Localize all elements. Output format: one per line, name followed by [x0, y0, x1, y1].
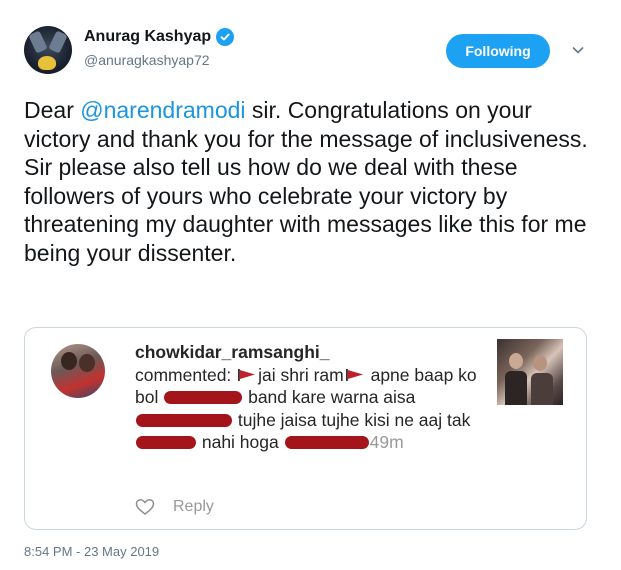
author-handle[interactable]: @anuragkashyap72: [84, 52, 210, 68]
heart-icon[interactable]: [135, 498, 155, 516]
tweet-text-start: Dear: [24, 97, 81, 123]
commenter-username[interactable]: chowkidar_ramsanghi_: [135, 342, 330, 362]
avatar-figure: [61, 352, 77, 370]
comment-prefix: commented:: [135, 364, 237, 385]
redaction-mark: [284, 436, 369, 449]
redaction-mark: [164, 391, 243, 404]
thumbnail-figure: [533, 355, 547, 371]
thumbnail-figure: [509, 353, 523, 369]
tweet-text: Dear @narendramodi sir. Congratulations …: [24, 96, 599, 267]
thumbnail-figure: [531, 373, 553, 405]
redaction-mark: [136, 413, 232, 427]
redaction-mark: [136, 436, 196, 449]
comment-part: jai shri ram: [258, 364, 344, 385]
commenter-avatar[interactable]: [51, 344, 105, 398]
verified-icon: [216, 28, 235, 46]
embedded-comment-card[interactable]: chowkidar_ramsanghi_ commented: jai shri …: [24, 327, 587, 530]
comment-age: 49m: [369, 432, 404, 452]
author-avatar[interactable]: [24, 26, 72, 74]
saffron-flag-icon: [238, 368, 256, 381]
thumbnail-figure: [505, 371, 527, 405]
author-name[interactable]: Anurag Kashyap: [84, 28, 211, 46]
comment-reply[interactable]: Reply: [135, 498, 214, 516]
comment-part: nahi hoga: [197, 432, 284, 452]
avatar-figure: [79, 354, 95, 372]
avatar-art-right: [48, 30, 68, 54]
following-button[interactable]: Following: [446, 34, 550, 68]
author-name-row: Anurag Kashyap: [84, 28, 235, 46]
chevron-down-icon[interactable]: [570, 42, 586, 58]
comment-body: chowkidar_ramsanghi_ commented: jai shri …: [135, 341, 485, 454]
avatar-art-face: [38, 56, 56, 70]
tweet-timestamp[interactable]: 8:54 PM - 23 May 2019: [24, 544, 159, 559]
avatar-art-left: [28, 30, 48, 54]
mention-link[interactable]: @narendramodi: [80, 97, 245, 123]
comment-part: band kare warna aisa: [243, 387, 416, 407]
post-thumbnail[interactable]: [497, 339, 563, 405]
comment-part: tujhe jaisa tujhe kisi ne aaj tak: [233, 409, 471, 430]
reply-label[interactable]: Reply: [173, 498, 214, 516]
saffron-flag-icon: [345, 368, 363, 381]
